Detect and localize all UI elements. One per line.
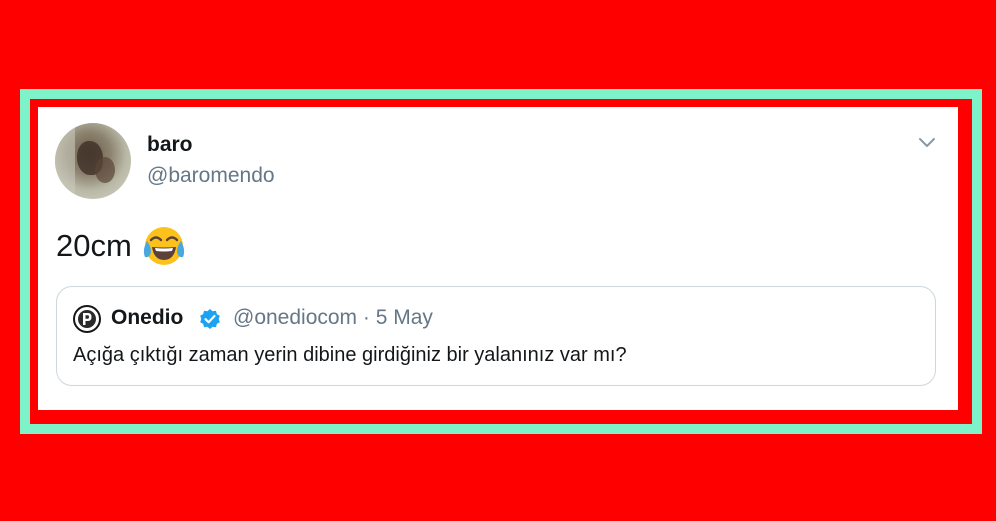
quoted-meta: @onediocom · 5 May (233, 306, 433, 330)
author-name[interactable]: baro (147, 133, 193, 157)
tweet-text: 20cm (56, 228, 132, 263)
quoted-tweet[interactable]: Onedio @onediocom · 5 May Açığa çıktığı … (56, 286, 936, 386)
quoted-date[interactable]: 5 May (376, 306, 433, 329)
verified-badge-icon (200, 309, 220, 329)
author-handle[interactable]: @baromendo (147, 164, 275, 188)
onedio-logo-icon[interactable] (73, 305, 101, 333)
quoted-author-handle[interactable]: @onediocom (233, 306, 357, 329)
quoted-author-name[interactable]: Onedio (111, 306, 183, 330)
avatar-shadow (95, 157, 115, 183)
quoted-text: Açığa çıktığı zaman yerin dibine girdiği… (73, 344, 627, 366)
tweet-body: 20cm (56, 224, 186, 268)
meta-separator: · (362, 306, 370, 329)
face-with-tears-of-joy-icon (143, 227, 184, 265)
avatar-background (55, 123, 75, 199)
chevron-down-icon[interactable] (916, 134, 938, 152)
author-avatar[interactable] (55, 123, 131, 199)
